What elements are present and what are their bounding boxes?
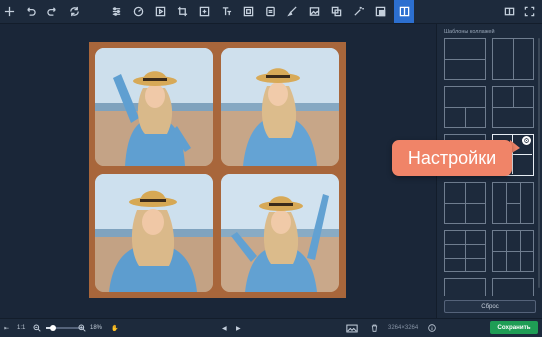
collage-icon[interactable] [371, 0, 389, 23]
template-grid-3-cols[interactable] [492, 182, 534, 224]
info-icon[interactable] [428, 319, 436, 337]
magic-wand-icon[interactable] [349, 0, 367, 23]
collage-canvas[interactable] [89, 42, 346, 298]
add-icon[interactable] [0, 0, 18, 23]
zoom-in-icon[interactable] [78, 319, 86, 337]
reset-button[interactable]: Сброс [444, 300, 536, 313]
collage-photo-bottom-right[interactable] [221, 174, 339, 292]
next-icon[interactable]: ▶ [236, 319, 241, 337]
crop-icon[interactable] [173, 0, 191, 23]
panel-scrollbar[interactable] [538, 38, 540, 288]
reset-icon[interactable] [65, 0, 83, 23]
template-vertical-2[interactable] [492, 38, 534, 80]
panel-title: Шаблоны коллажей [444, 29, 495, 35]
undo-icon[interactable] [21, 0, 39, 23]
brush-icon[interactable] [283, 0, 301, 23]
prev-icon[interactable]: ◀ [222, 319, 227, 337]
retouch-icon[interactable] [261, 0, 279, 23]
compare-icon[interactable] [500, 0, 518, 23]
text-icon[interactable] [217, 0, 235, 23]
bottom-bar: ⇤ 1:1 18% ✋ ◀ ▶ 3264×3264 [0, 318, 542, 337]
top-toolbar [0, 0, 542, 24]
image-dimensions: 3264×3264 [388, 325, 419, 331]
enhance-icon[interactable] [151, 0, 169, 23]
zoom-slider-thumb[interactable] [49, 325, 56, 331]
redo-icon[interactable] [43, 0, 61, 23]
save-button[interactable]: Сохранить [490, 321, 538, 334]
template-grid-3x2[interactable] [492, 230, 534, 272]
adjust-icon[interactable] [107, 0, 125, 23]
image-icon[interactable] [305, 0, 323, 23]
hand-icon[interactable]: ✋ [111, 319, 118, 337]
collage-photo-bottom-left[interactable] [95, 174, 213, 292]
template-grid-3-left[interactable] [444, 86, 486, 128]
template-grid-2x3[interactable] [444, 230, 486, 272]
gear-icon[interactable]: ⚙ [522, 136, 531, 145]
template-horizontal-2[interactable] [444, 38, 486, 80]
ratio-button[interactable]: 1:1 [17, 319, 25, 337]
zoom-out-icon[interactable] [33, 319, 41, 337]
settings-callout: Настройки [392, 140, 512, 176]
template-more-1[interactable] [444, 278, 486, 296]
delete-icon[interactable] [371, 319, 378, 337]
workspace [0, 24, 436, 318]
transform-icon[interactable] [195, 0, 213, 23]
filter-icon[interactable] [129, 0, 147, 23]
collage-photo-top-right[interactable] [221, 48, 339, 166]
layout-icon[interactable] [394, 0, 414, 23]
collapse-icon[interactable]: ⇤ [4, 319, 9, 337]
template-grid-3-right[interactable] [492, 86, 534, 128]
frame-icon[interactable] [239, 0, 257, 23]
template-more-2[interactable] [492, 278, 534, 296]
replace-background-icon[interactable] [327, 0, 345, 23]
collage-photo-top-left[interactable] [95, 48, 213, 166]
image-size-icon[interactable] [346, 319, 358, 337]
fullscreen-icon[interactable] [520, 0, 538, 23]
zoom-level: 18% [90, 325, 103, 331]
template-grid-2x2[interactable] [444, 182, 486, 224]
